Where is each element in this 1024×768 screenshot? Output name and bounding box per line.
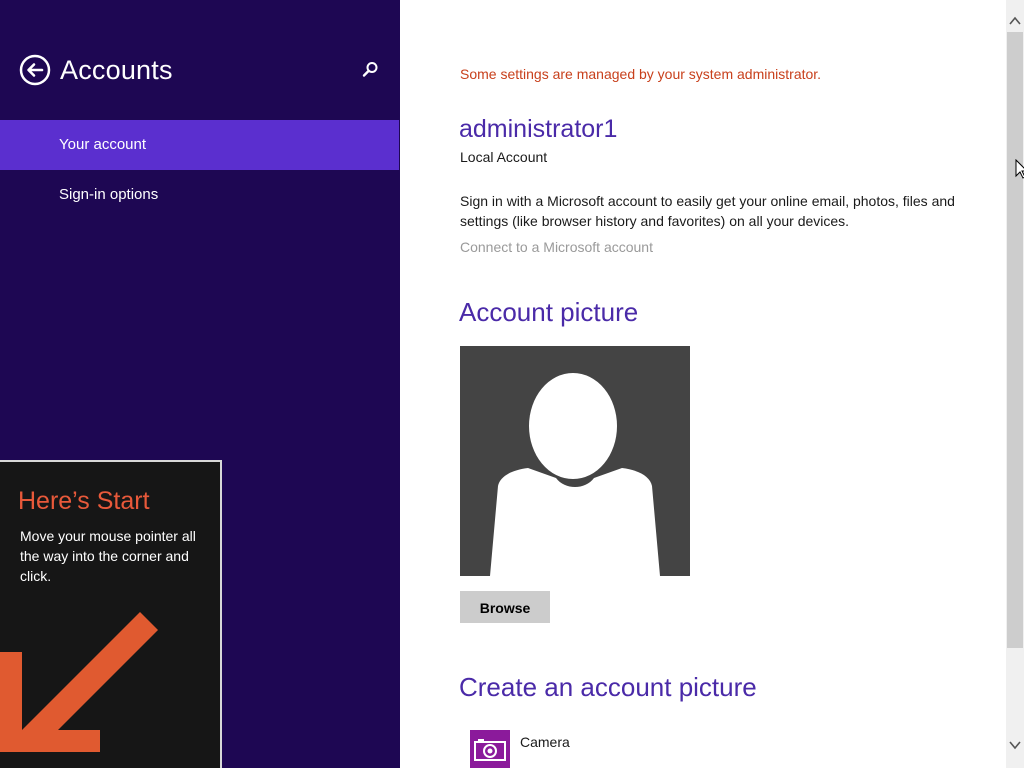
tip-title: Here’s Start	[18, 487, 150, 515]
sidebar: Accounts Your account Sign-in options He…	[0, 0, 400, 768]
search-icon	[362, 62, 378, 77]
tip-body: Move your mouse pointer all the way into…	[20, 528, 196, 584]
create-account-picture-heading: Create an account picture	[459, 672, 757, 702]
connect-microsoft-account-link[interactable]: Connect to a Microsoft account	[460, 237, 653, 257]
user-silhouette-icon	[490, 373, 660, 576]
sidebar-item-sign-in-options[interactable]: Sign-in options	[0, 170, 399, 220]
vertical-scrollbar[interactable]	[1006, 0, 1024, 768]
scroll-down-button[interactable]	[1006, 730, 1024, 762]
page-title: Accounts	[60, 55, 173, 85]
start-tip-panel[interactable]: Here’s Start Move your mouse pointer all…	[0, 460, 222, 768]
settings-window: Accounts Your account Sign-in options He…	[0, 0, 1024, 768]
scroll-thumb[interactable]	[1007, 32, 1023, 648]
scroll-up-button[interactable]	[1006, 0, 1024, 32]
browse-button[interactable]: Browse	[460, 591, 550, 623]
camera-label[interactable]: Camera	[520, 732, 570, 752]
account-picture	[460, 346, 690, 576]
admin-notice: Some settings are managed by your system…	[460, 66, 822, 82]
camera-icon	[474, 739, 506, 761]
account-type: Local Account	[460, 149, 548, 165]
sidebar-item-label: Your account	[59, 136, 147, 153]
microsoft-account-description: Sign in with a Microsoft account to easi…	[460, 193, 955, 229]
main-content: Some settings are managed by your system…	[400, 0, 1006, 768]
camera-button[interactable]	[470, 730, 510, 768]
back-button[interactable]	[19, 54, 51, 86]
chevron-down-icon	[1009, 741, 1021, 750]
account-name: administrator1	[459, 115, 618, 143]
back-arrow-icon	[19, 54, 51, 86]
search-button[interactable]	[360, 60, 380, 80]
account-picture-heading: Account picture	[459, 297, 639, 327]
sidebar-header: Accounts	[0, 0, 400, 120]
sidebar-nav: Your account Sign-in options	[0, 120, 399, 220]
sidebar-item-label: Sign-in options	[59, 186, 159, 203]
sidebar-item-your-account[interactable]: Your account	[0, 120, 399, 170]
arrow-down-left-icon	[0, 612, 158, 752]
chevron-up-icon	[1009, 16, 1021, 25]
